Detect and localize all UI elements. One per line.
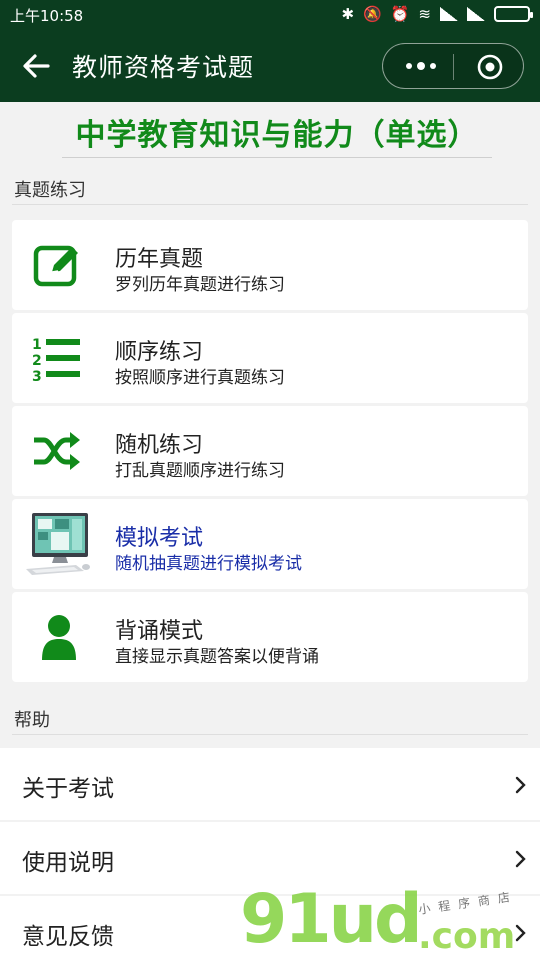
subject-title: 中学教育知识与能力（单选） bbox=[62, 110, 492, 158]
bluetooth-icon: ✱ bbox=[341, 5, 355, 23]
wifi-icon: ≋ bbox=[418, 5, 431, 23]
svg-text:1: 1 bbox=[32, 337, 42, 353]
page-title: 教师资格考试题 bbox=[72, 53, 255, 82]
card-subtitle: 打乱真题顺序进行练习 bbox=[115, 461, 285, 481]
battery-icon bbox=[494, 6, 533, 22]
computer-icon bbox=[26, 513, 90, 575]
card-subtitle: 直接显示真题答案以便背诵 bbox=[115, 647, 319, 667]
svg-text:2: 2 bbox=[32, 353, 42, 369]
card-title: 顺序练习 bbox=[115, 340, 204, 365]
watermark-brand: 91ud bbox=[240, 880, 423, 959]
card-sequential-practice[interactable]: 1 2 3 顺序练习 按照顺序进行真题练习 bbox=[12, 313, 528, 403]
card-title: 历年真题 bbox=[115, 247, 204, 272]
alarm-icon: ⏰ bbox=[390, 5, 410, 23]
signal-icon bbox=[440, 7, 458, 21]
chevron-right-icon bbox=[515, 850, 526, 868]
watermark-logo: 91ud 小程序商店 .com bbox=[240, 880, 540, 960]
card-past-exams[interactable]: 历年真题 罗列历年真题进行练习 bbox=[12, 220, 528, 310]
watermark-domain: .com bbox=[418, 916, 516, 957]
help-item-label: 关于考试 bbox=[22, 776, 114, 802]
nav-bar: 教师资格考试题 bbox=[0, 30, 540, 102]
section-label-practice: 真题练习 bbox=[14, 180, 86, 201]
watermark-tagline: 小程序商店 bbox=[417, 889, 519, 917]
card-title: 随机练习 bbox=[115, 433, 204, 458]
card-title: 模拟考试 bbox=[115, 526, 204, 551]
help-item-about-exam[interactable]: 关于考试 bbox=[0, 748, 540, 820]
section-divider bbox=[12, 204, 528, 205]
section-divider bbox=[12, 734, 528, 735]
edit-icon bbox=[33, 245, 78, 287]
help-item-label: 使用说明 bbox=[22, 850, 114, 876]
status-icons: ✱ 🔕 ⏰ ≋ bbox=[341, 5, 533, 23]
status-time: 上午10:58 bbox=[10, 7, 84, 25]
svg-text:3: 3 bbox=[32, 369, 42, 383]
card-subtitle: 罗列历年真题进行练习 bbox=[115, 275, 285, 295]
mini-program-capsule bbox=[382, 43, 524, 89]
card-random-practice[interactable]: 随机练习 打乱真题顺序进行练习 bbox=[12, 406, 528, 496]
more-dots-icon[interactable] bbox=[403, 54, 439, 78]
card-subtitle: 按照顺序进行真题练习 bbox=[115, 368, 285, 388]
capsule-divider bbox=[453, 54, 454, 80]
card-subtitle: 随机抽真题进行模拟考试 bbox=[115, 554, 302, 574]
back-arrow-icon[interactable] bbox=[18, 48, 54, 84]
help-item-label: 意见反馈 bbox=[22, 924, 114, 950]
card-recite-mode[interactable]: 背诵模式 直接显示真题答案以便背诵 bbox=[12, 592, 528, 682]
status-bar: 上午10:58 ✱ 🔕 ⏰ ≋ bbox=[0, 0, 540, 30]
user-icon bbox=[42, 615, 76, 660]
card-title: 背诵模式 bbox=[115, 619, 204, 644]
section-label-help: 帮助 bbox=[14, 710, 50, 731]
subject-banner: 中学教育知识与能力（单选） bbox=[0, 102, 540, 158]
close-target-icon[interactable] bbox=[477, 54, 503, 80]
ordered-list-icon: 1 2 3 bbox=[32, 337, 80, 383]
signal-icon-2 bbox=[467, 7, 485, 21]
shuffle-icon bbox=[34, 432, 80, 470]
chevron-right-icon bbox=[515, 776, 526, 794]
mute-icon: 🔕 bbox=[363, 5, 382, 23]
card-mock-exam[interactable]: 模拟考试 随机抽真题进行模拟考试 bbox=[12, 499, 528, 589]
